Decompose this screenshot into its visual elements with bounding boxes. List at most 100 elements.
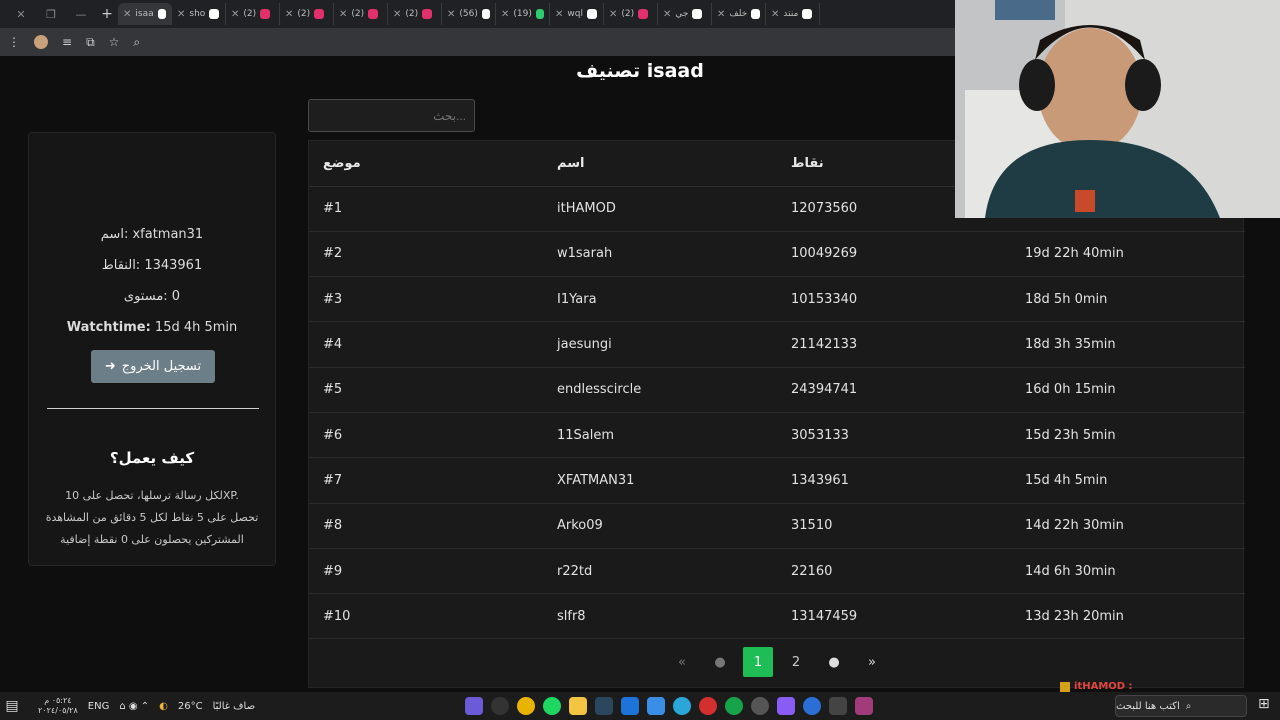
next-page-button[interactable]: ● <box>819 647 849 677</box>
close-tab-icon[interactable]: ✕ <box>555 9 563 20</box>
close-tab-icon[interactable]: ✕ <box>339 9 347 20</box>
page-1-button[interactable]: 1 <box>743 647 773 677</box>
close-tab-icon[interactable]: ✕ <box>609 9 617 20</box>
cell-time: 15d 23h 5min <box>1011 412 1245 459</box>
winrar-icon[interactable] <box>855 697 874 715</box>
prev-page-button[interactable]: ● <box>705 647 735 677</box>
xbox-icon[interactable] <box>725 697 744 715</box>
how-it-works-line: لكل رسالة ترسلها، تحصل على 10XP. <box>65 489 239 502</box>
language-indicator[interactable]: ENG <box>88 701 110 712</box>
cell-time: 19d 22h 40min <box>1011 231 1245 278</box>
cell-rank: #1 <box>309 186 543 232</box>
new-tab-button[interactable]: + <box>96 6 118 22</box>
tab-favicon-icon <box>586 9 597 19</box>
browser-tab[interactable]: ✕ sho <box>172 3 226 25</box>
search-icon: ⌕ <box>1185 700 1192 712</box>
app-icon[interactable] <box>465 697 484 715</box>
tab-title: جي <box>675 9 689 19</box>
edge-icon[interactable] <box>673 697 692 715</box>
browser-tab[interactable]: ✕ (2) <box>226 3 280 25</box>
close-tab-icon[interactable]: ✕ <box>771 9 779 20</box>
cell-points: 3053133 <box>777 412 1011 459</box>
copilot-icon[interactable] <box>777 697 796 715</box>
browser-tab[interactable]: ✕ منتد <box>766 3 820 25</box>
system-tray-icons[interactable]: ⌂ ◉ ⌃ <box>119 701 149 712</box>
first-page-button[interactable]: « <box>667 647 697 677</box>
reading-list-icon[interactable]: ≡ <box>62 35 72 49</box>
close-tab-icon[interactable]: ✕ <box>393 9 401 20</box>
extensions-icon[interactable]: ⧉ <box>86 35 95 50</box>
chrome-icon[interactable] <box>517 697 536 715</box>
cell-rank: #6 <box>309 412 543 459</box>
obs-icon[interactable] <box>491 697 510 715</box>
cell-rank: #5 <box>309 367 543 413</box>
close-tab-icon[interactable]: ✕ <box>447 9 455 20</box>
table-row: #9 r22td 22160 14d 6h 30min <box>309 548 1245 595</box>
browser-tab[interactable]: ✕ (2) <box>388 3 442 25</box>
notification-center-icon[interactable]: ▤ <box>0 698 24 714</box>
search-input[interactable] <box>308 99 475 132</box>
last-page-button[interactable]: » <box>857 647 887 677</box>
watchtime-value: 15d 4h 5min <box>154 320 238 335</box>
cell-points: 21142133 <box>777 321 1011 368</box>
cell-rank: #3 <box>309 276 543 323</box>
store-icon[interactable] <box>647 697 666 715</box>
cell-name: slfr8 <box>543 593 777 640</box>
browser-tab[interactable]: ✕ (2) <box>334 3 388 25</box>
table-row: #2 w1sarah 10049269 19d 22h 40min <box>309 231 1245 278</box>
page-2-button[interactable]: 2 <box>781 647 811 677</box>
profile-watchtime: Watchtime: 15d 4h 5min <box>29 320 275 335</box>
profile-name: xfatman31 :اسم <box>100 227 204 242</box>
table-row: #8 Arko09 31510 14d 22h 30min <box>309 503 1245 549</box>
browser-tab[interactable]: ✕ (2) <box>604 3 658 25</box>
browser-tab[interactable]: ✕ جي <box>658 3 712 25</box>
close-tab-icon[interactable]: ✕ <box>285 9 293 20</box>
tab-favicon-icon <box>209 9 220 19</box>
close-tab-icon[interactable]: ✕ <box>177 9 185 20</box>
windows-start-icon[interactable]: ⊞ <box>1258 696 1270 712</box>
close-tab-icon[interactable]: ✕ <box>231 9 239 20</box>
opera-icon[interactable] <box>699 697 718 715</box>
steam-icon[interactable] <box>595 697 614 715</box>
taskbar-search[interactable]: ⌕ اكتب هنا للبحث <box>1115 695 1247 717</box>
settings-icon[interactable] <box>751 697 770 715</box>
browser-tab[interactable]: ✕ (2) <box>280 3 334 25</box>
task-view-icon[interactable] <box>829 697 848 715</box>
column-header-name[interactable]: اسم <box>543 141 777 187</box>
app-icon[interactable] <box>803 697 822 715</box>
browser-tab[interactable]: ✕ isaa <box>118 3 172 25</box>
cell-time: 18d 3h 35min <box>1011 321 1245 368</box>
close-tab-icon[interactable]: ✕ <box>663 9 671 20</box>
cell-name: endlesscircle <box>543 367 777 413</box>
cell-rank: #8 <box>309 503 543 549</box>
zoom-icon[interactable]: ⌕ <box>133 35 140 50</box>
close-tab-icon[interactable]: ✕ <box>717 9 725 20</box>
profile-avatar-icon[interactable] <box>34 35 48 49</box>
browser-tab[interactable]: ✕ (19) <box>496 3 550 25</box>
mail-icon[interactable] <box>621 697 640 715</box>
browser-tab[interactable]: ✕ wql <box>550 3 604 25</box>
browser-tab[interactable]: ✕ (56) <box>442 3 496 25</box>
divider <box>47 408 259 409</box>
minimize-window-icon[interactable]: — <box>66 8 96 21</box>
logout-button[interactable]: ➜ تسجيل الخروج <box>91 350 215 383</box>
cell-points: 24394741 <box>777 367 1011 413</box>
table-row: #6 11Salem 3053133 15d 23h 5min <box>309 412 1245 459</box>
menu-icon[interactable]: ⋮ <box>8 35 20 49</box>
temperature[interactable]: 26°C <box>178 701 203 712</box>
spotify-icon[interactable] <box>543 697 562 715</box>
column-header-rank[interactable]: موضع <box>309 141 543 187</box>
tab-title: (2) <box>405 9 419 19</box>
chat-badge-icon <box>1060 681 1070 692</box>
restore-window-icon[interactable]: ❐ <box>36 8 66 21</box>
close-tab-icon[interactable]: ✕ <box>123 9 131 20</box>
weather-text[interactable]: صاف غالبًا <box>213 701 255 712</box>
close-window-icon[interactable]: ✕ <box>6 8 36 21</box>
bookmark-star-icon[interactable]: ☆ <box>109 35 120 49</box>
browser-tab[interactable]: ✕ خلف <box>712 3 766 25</box>
taskbar-clock[interactable]: ٠٥:٢٤ م ٢٠٢٤/٠٥/٢٨ <box>38 696 78 716</box>
close-tab-icon[interactable]: ✕ <box>501 9 509 20</box>
cell-rank: #9 <box>309 548 543 595</box>
cell-time: 14d 22h 30min <box>1011 503 1245 549</box>
file-explorer-icon[interactable] <box>569 697 588 715</box>
